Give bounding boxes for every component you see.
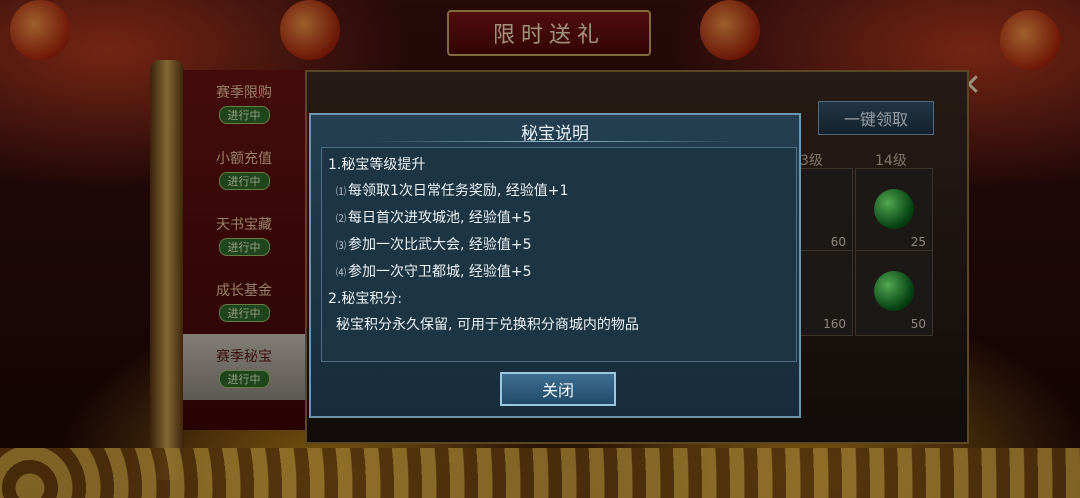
rule-item: ⑶ 参加一次比武大会, 经验值+5 xyxy=(328,232,790,259)
rule-text: 每领取1次日常任务奖励, 经验值+1 xyxy=(348,183,569,199)
rule-item: ⑵ 每日首次进攻城池, 经验值+5 xyxy=(328,205,790,232)
dialog-content: 1.秘宝等级提升 ⑴ 每领取1次日常任务奖励, 经验值+1 ⑵ 每日首次进攻城池, … xyxy=(321,147,797,362)
close-button[interactable]: 关闭 xyxy=(500,372,616,406)
rule-text: 参加一次守卫都城, 经验值+5 xyxy=(348,264,532,280)
rule-index: ⑶ xyxy=(336,241,346,252)
rule-index: ⑵ xyxy=(336,214,346,225)
rule-index: ⑷ xyxy=(336,268,346,279)
info-dialog: 秘宝说明 1.秘宝等级提升 ⑴ 每领取1次日常任务奖励, 经验值+1 ⑵ 每日首次进… xyxy=(309,113,801,418)
section-heading: 2.秘宝积分: xyxy=(328,291,403,307)
rule-item: ⑷ 参加一次守卫都城, 经验值+5 xyxy=(328,259,790,286)
rule-text: 参加一次比武大会, 经验值+5 xyxy=(348,237,532,253)
section-heading: 1.秘宝等级提升 xyxy=(328,157,426,173)
rule-index: ⑴ xyxy=(336,187,346,198)
rule-item: ⑴ 每领取1次日常任务奖励, 经验值+1 xyxy=(328,178,790,205)
rule-text: 每日首次进攻城池, 经验值+5 xyxy=(348,210,532,226)
divider xyxy=(371,141,739,142)
section-text: 秘宝积分永久保留, 可用于兑换积分商城内的物品 xyxy=(336,317,639,333)
